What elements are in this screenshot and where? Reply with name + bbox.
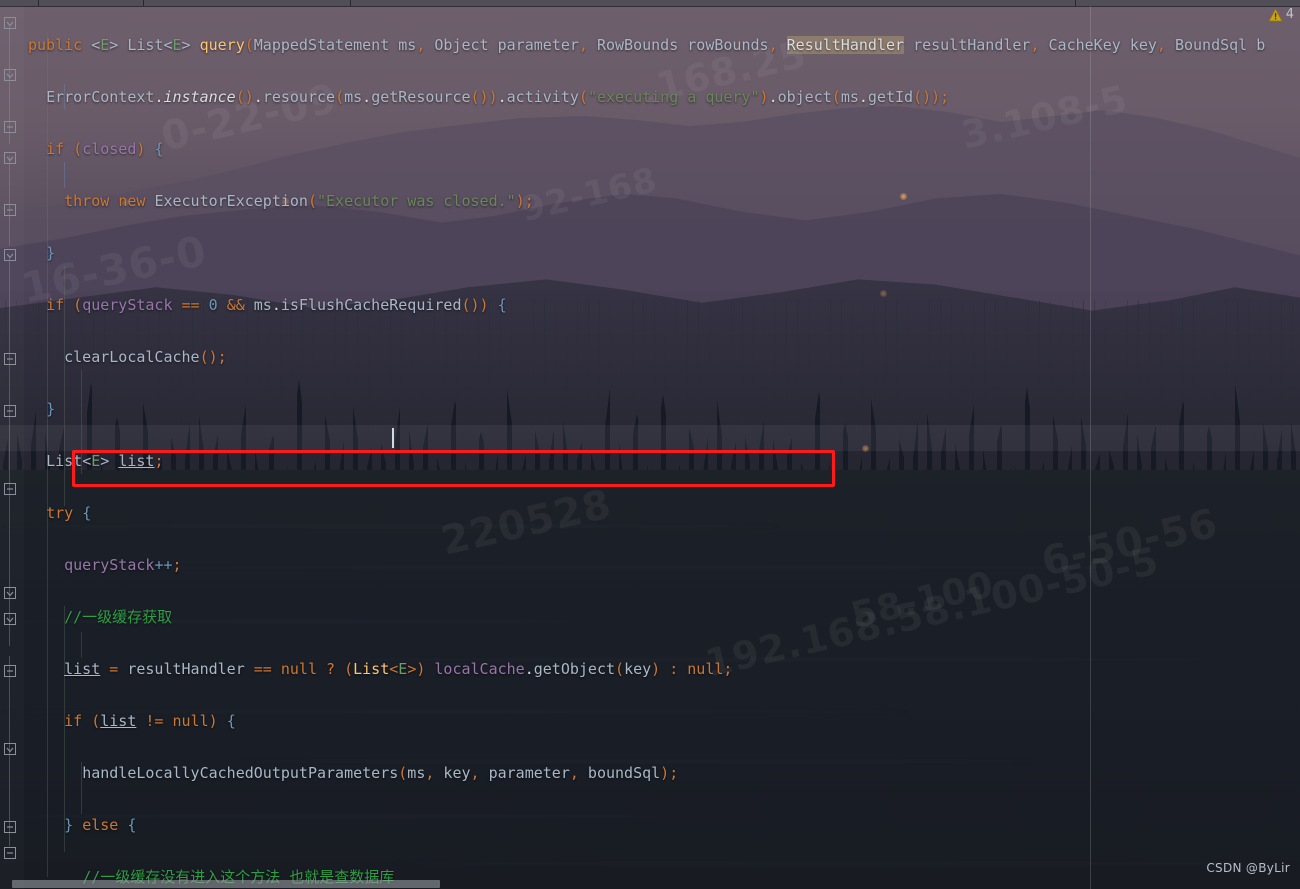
fold-expand-icon[interactable] (3, 846, 17, 860)
fold-expand-icon[interactable] (3, 820, 17, 834)
warning-triangle-icon (1268, 7, 1283, 21)
inspection-status-widget[interactable]: 4 (1268, 7, 1294, 22)
code-content[interactable]: public <E> List<E> query(MappedStatement… (24, 6, 1300, 889)
csdn-watermark: CSDN @ByLir (1206, 861, 1290, 875)
fold-expand-icon[interactable] (3, 404, 17, 418)
fold-collapse-icon[interactable] (3, 248, 17, 262)
fold-expand-icon[interactable] (3, 203, 17, 217)
fold-collapse-icon[interactable] (3, 151, 17, 165)
code-line[interactable]: list = resultHandler == null ? (List<E>)… (24, 656, 1300, 682)
ide-editor-window: 16-36-0 0-22-09 .168.25 3.108-5 220528 6… (0, 0, 1300, 889)
code-line[interactable]: if (closed) { (24, 136, 1300, 162)
fold-collapse-icon[interactable] (3, 68, 17, 82)
editor-surface: public <E> List<E> query(MappedStatement… (0, 0, 1300, 889)
fold-expand-icon[interactable] (3, 664, 17, 678)
code-line[interactable]: if (queryStack == 0 && ms.isFlushCacheRe… (24, 292, 1300, 318)
code-line[interactable]: ErrorContext.instance().resource(ms.getR… (24, 84, 1300, 110)
fold-expand-icon[interactable] (3, 120, 17, 134)
code-line[interactable]: queryStack++; (24, 552, 1300, 578)
code-line[interactable]: List<E> list; (24, 448, 1300, 474)
inspection-count: 4 (1285, 7, 1294, 22)
fold-collapse-icon[interactable] (3, 16, 17, 30)
code-line[interactable]: clearLocalCache(); (24, 344, 1300, 370)
horizontal-scrollbar-track[interactable] (0, 879, 1300, 889)
code-line[interactable]: //一级缓存获取 (24, 604, 1300, 630)
code-line[interactable]: } (24, 240, 1300, 266)
code-line[interactable]: handleLocallyCachedOutputParameters(ms, … (24, 760, 1300, 786)
code-line[interactable]: } else { (24, 812, 1300, 838)
code-line[interactable]: public <E> List<E> query(MappedStatement… (24, 32, 1300, 58)
code-line[interactable]: if (list != null) { (24, 708, 1300, 734)
horizontal-scrollbar-thumb[interactable] (12, 880, 440, 888)
text-caret (392, 428, 394, 448)
fold-collapse-icon[interactable] (3, 612, 17, 626)
code-line[interactable]: throw new ExecutorException("Executor wa… (24, 188, 1300, 214)
fold-collapse-icon[interactable] (3, 586, 17, 600)
fold-expand-icon[interactable] (3, 482, 17, 496)
code-line[interactable]: } (24, 396, 1300, 422)
code-line[interactable]: try { (24, 500, 1300, 526)
fold-expand-icon[interactable] (3, 352, 17, 366)
fold-collapse-icon[interactable] (3, 742, 17, 756)
